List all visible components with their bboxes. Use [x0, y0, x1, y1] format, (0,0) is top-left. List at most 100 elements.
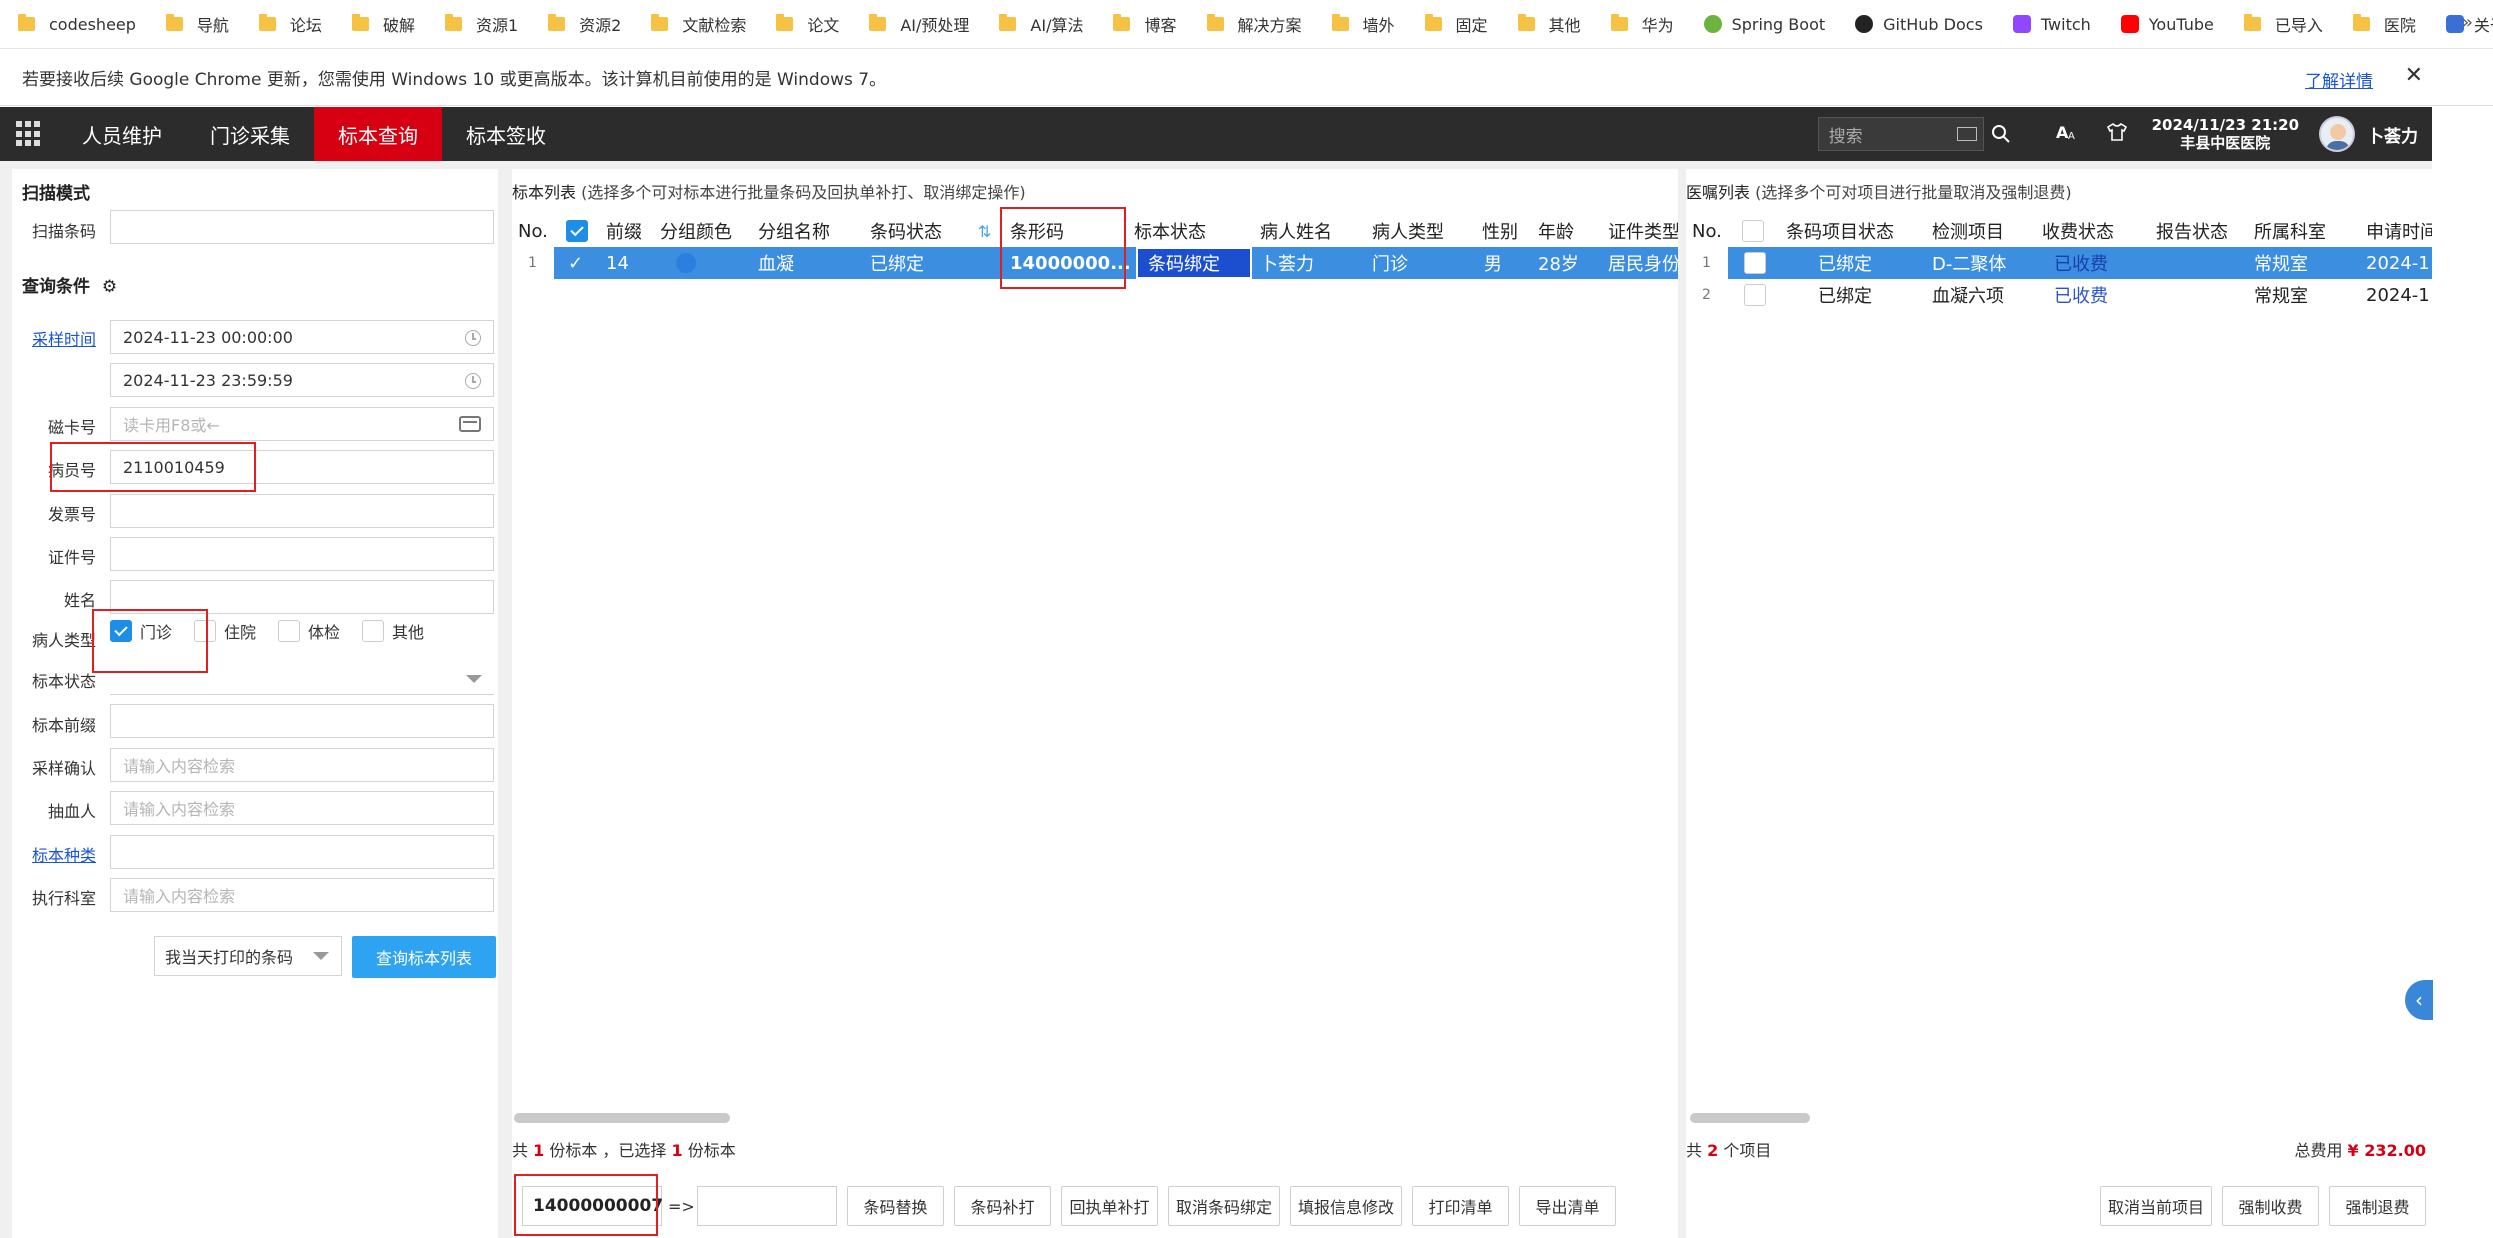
col-apply-time[interactable]: 申请时间 [2366, 215, 2432, 247]
select-all-checkbox[interactable] [566, 215, 596, 247]
bookmark-item[interactable]: 文献检索 [651, 12, 746, 36]
col-group-color[interactable]: 分组颜色 [660, 215, 732, 247]
bookmark-item[interactable]: Twitch [2012, 15, 2091, 34]
table-row[interactable]: 1 已绑定 D-二聚体 已收费 常规室 2024-1 [1686, 247, 2432, 279]
export-list-button[interactable]: 导出清单 [1519, 1186, 1616, 1226]
col-cert-type[interactable]: 证件类型 [1608, 215, 1678, 247]
col-specimen-status[interactable]: 标本状态 [1134, 215, 1206, 247]
bookmark-item[interactable]: Spring Boot [1703, 15, 1825, 34]
force-refund-button[interactable]: 强制退费 [2329, 1186, 2426, 1226]
checkbox[interactable] [1744, 284, 1766, 306]
bookmark-item[interactable]: 破解 [351, 12, 415, 36]
end-time-input[interactable]: 2024-11-23 23:59:59 [110, 363, 494, 397]
patient-type-checkup[interactable]: 体检 [278, 619, 340, 643]
font-size-icon[interactable]: AA [2042, 122, 2092, 147]
patient-type-other[interactable]: 其他 [362, 619, 424, 643]
collect-confirm-input[interactable]: 请输入内容检索 [110, 748, 494, 782]
learn-more-link[interactable]: 了解详情 [2305, 67, 2373, 92]
col-patient-name[interactable]: 病人姓名 [1260, 215, 1332, 247]
row-checkbox[interactable] [1744, 247, 1774, 279]
col-report-status[interactable]: 报告状态 [2156, 215, 2228, 247]
bookmark-item[interactable]: AI/预处理 [869, 12, 969, 36]
bookmark-item[interactable]: 解决方案 [1206, 12, 1302, 36]
collect-time-label[interactable]: 采样时间 [12, 326, 96, 350]
card-reader-icon[interactable] [459, 416, 481, 432]
new-barcode-input[interactable] [697, 1186, 837, 1226]
specimen-kind-label[interactable]: 标本种类 [12, 842, 96, 866]
bookmark-item[interactable]: 博客 [1113, 12, 1177, 36]
col-patient-type[interactable]: 病人类型 [1372, 215, 1444, 247]
bookmark-item[interactable]: YouTube [2120, 15, 2214, 34]
theme-shirt-icon[interactable] [2092, 122, 2142, 147]
print-filter-select[interactable]: 我当天打印的条码 [154, 936, 342, 976]
bookmark-item[interactable]: 论文 [776, 12, 839, 36]
checkbox[interactable] [1742, 220, 1764, 242]
query-specimens-button[interactable]: 查询标本列表 [352, 936, 496, 978]
bookmark-item[interactable]: 导航 [165, 12, 229, 36]
horizontal-scrollbar[interactable] [1690, 1113, 1810, 1123]
select-all-checkbox[interactable] [1742, 215, 1772, 247]
exec-dept-input[interactable]: 请输入内容检索 [110, 878, 494, 912]
checkbox[interactable] [362, 620, 385, 642]
sort-icon[interactable]: ⇅ [978, 215, 991, 247]
bookmark-item[interactable]: 医院 [2352, 12, 2416, 36]
bookmark-item[interactable]: 墙外 [1331, 12, 1395, 36]
bookmark-item[interactable]: 资源2 [548, 12, 621, 36]
checkbox[interactable] [1744, 252, 1766, 274]
bookmark-item[interactable]: 固定 [1424, 12, 1488, 36]
bookmark-item[interactable]: 华为 [1610, 12, 1674, 36]
col-age[interactable]: 年龄 [1538, 215, 1574, 247]
reprint-barcode-button[interactable]: 条码补打 [954, 1186, 1051, 1226]
bookmark-item[interactable]: 资源1 [444, 12, 518, 36]
user-name[interactable]: 卜荟力 [2367, 122, 2418, 147]
tab-outpatient-collection[interactable]: 门诊采集 [186, 107, 314, 161]
checkbox-checked[interactable] [566, 220, 588, 242]
col-item-status[interactable]: 条码项目状态 [1786, 215, 1894, 247]
print-list-button[interactable]: 打印清单 [1412, 1186, 1509, 1226]
tab-specimen-query[interactable]: 标本查询 [314, 107, 442, 161]
bookmark-item[interactable]: codesheep [18, 14, 136, 34]
col-group-name[interactable]: 分组名称 [758, 215, 830, 247]
reprint-receipt-button[interactable]: 回执单补打 [1061, 1186, 1158, 1226]
edit-info-button[interactable]: 填报信息修改 [1290, 1186, 1402, 1226]
tab-personnel[interactable]: 人员维护 [58, 107, 186, 161]
col-prefix[interactable]: 前缀 [606, 215, 642, 247]
gear-icon[interactable]: ⚙ [102, 277, 117, 297]
bookmark-item[interactable]: 论坛 [258, 12, 322, 36]
col-test-item[interactable]: 检测项目 [1932, 215, 2004, 247]
start-time-input[interactable]: 2024-11-23 00:00:00 [110, 320, 494, 354]
card-input[interactable]: 读卡用F8或← [110, 407, 494, 441]
avatar[interactable] [2319, 116, 2355, 152]
replace-barcode-button[interactable]: 条码替换 [847, 1186, 944, 1226]
bookmark-item[interactable]: AI/算法 [999, 12, 1083, 36]
cancel-item-button[interactable]: 取消当前项目 [2100, 1186, 2212, 1226]
bookmarks-overflow-icon[interactable]: » [2462, 12, 2473, 33]
unbind-barcode-button[interactable]: 取消条码绑定 [1168, 1186, 1280, 1226]
app-menu-button[interactable] [0, 107, 58, 161]
col-sex[interactable]: 性别 [1482, 215, 1518, 247]
bookmark-item[interactable]: GitHub Docs [1855, 15, 1983, 34]
tab-specimen-receipt[interactable]: 标本签收 [442, 107, 570, 161]
specimen-kind-input[interactable] [110, 835, 494, 869]
col-department[interactable]: 所属科室 [2254, 215, 2326, 247]
cert-input[interactable] [110, 537, 494, 571]
row-checkbox[interactable] [1744, 279, 1774, 311]
close-icon[interactable]: ✕ [2405, 63, 2423, 88]
col-barcode-status[interactable]: 条码状态 [870, 215, 942, 247]
blood-drawer-input[interactable]: 请输入内容检索 [110, 791, 494, 825]
scan-barcode-input[interactable] [110, 210, 494, 244]
bookmark-item[interactable]: 已导入 [2243, 12, 2323, 36]
specimen-list-hint: (选择多个可对标本进行批量条码及回执单补打、取消绑定操作) [581, 183, 1026, 202]
col-fee-status[interactable]: 收费状态 [2042, 215, 2114, 247]
check-icon[interactable]: ✓ [568, 247, 583, 279]
checkbox[interactable] [278, 620, 301, 642]
specimen-prefix-input[interactable] [110, 704, 494, 738]
footer-prefix: 共 [512, 1141, 529, 1160]
horizontal-scrollbar[interactable] [514, 1113, 730, 1123]
table-row[interactable]: 2 已绑定 血凝六项 已收费 常规室 2024-1 [1686, 279, 2432, 311]
search-icon[interactable] [1984, 117, 2018, 151]
invoice-input[interactable] [110, 494, 494, 528]
force-charge-button[interactable]: 强制收费 [2222, 1186, 2319, 1226]
bookmark-item[interactable]: 其他 [1517, 12, 1581, 36]
search-input[interactable]: 搜索 [1817, 117, 1984, 151]
